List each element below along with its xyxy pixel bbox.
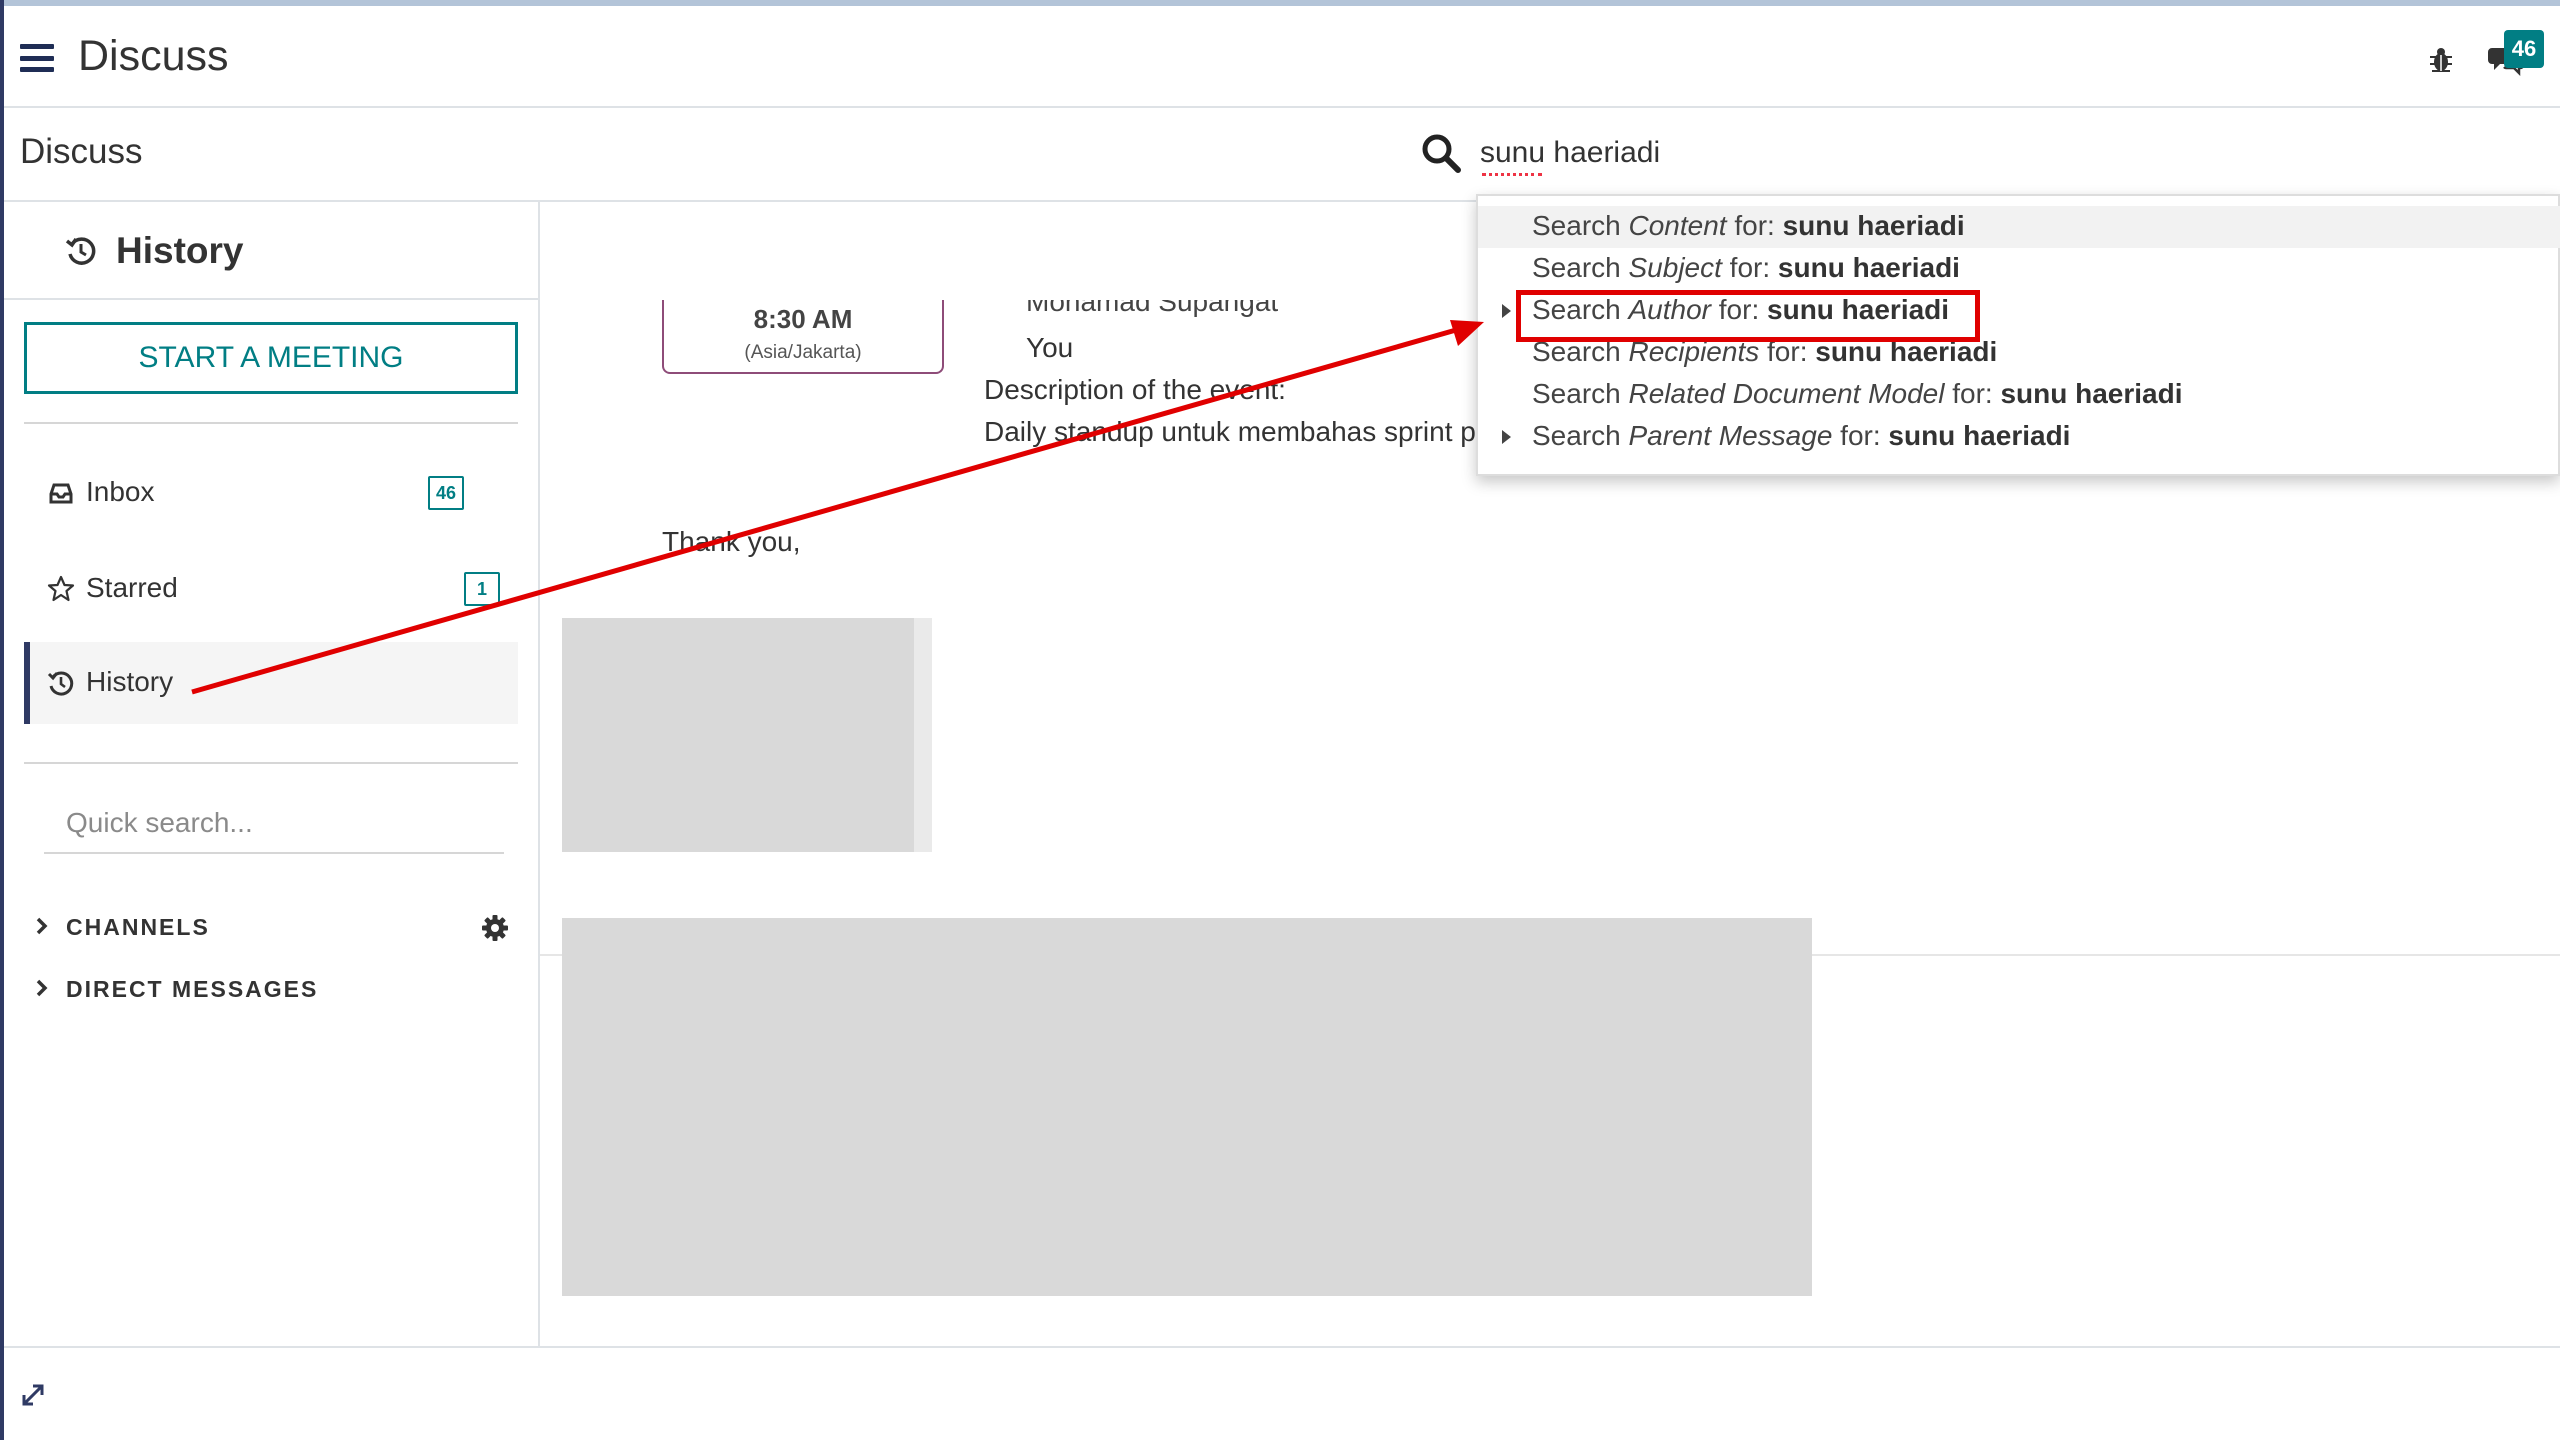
search-option-subject[interactable]: Search Subject for: sunu haeriadi <box>1478 248 2560 290</box>
category-channels[interactable]: CHANNELS <box>24 902 508 952</box>
search-option-parent-message[interactable]: Search Parent Message for: sunu haeriadi <box>1478 416 2560 458</box>
sidebar-item-label: Inbox <box>86 476 155 507</box>
divider <box>24 422 518 424</box>
closing-text: Thank you, <box>662 526 801 557</box>
expand-icon[interactable] <box>16 1378 50 1412</box>
annotation-highlight-box <box>1516 290 1980 342</box>
chevron-right-icon <box>36 979 48 997</box>
image-placeholder <box>562 618 932 852</box>
history-icon <box>65 237 96 265</box>
menu-icon[interactable] <box>20 44 54 72</box>
sidebar-item-starred[interactable]: Starred 1 <box>24 548 518 630</box>
category-label: CHANNELS <box>66 914 210 940</box>
attendee: Mohamad Supangat <box>1026 300 1279 317</box>
history-header: History <box>4 202 540 300</box>
footer-bar <box>4 1346 2560 1440</box>
sidebar-item-inbox[interactable]: Inbox 46 <box>24 452 518 534</box>
bug-icon[interactable] <box>2426 44 2456 74</box>
sidebar: History START A MEETING Inbox 46 Starred… <box>4 202 540 1346</box>
chevron-right-icon <box>36 917 48 935</box>
start-meeting-button[interactable]: START A MEETING <box>24 322 518 394</box>
notification-badge: 46 <box>2504 30 2544 68</box>
event-time-card: 8:30 AM (Asia/Jakarta) <box>662 300 944 374</box>
history-icon <box>47 671 74 696</box>
star-icon <box>47 575 75 602</box>
search-icon[interactable] <box>1420 132 1462 174</box>
spellcheck-underline <box>1482 172 1542 176</box>
image-placeholder <box>562 918 1812 1296</box>
category-label: DIRECT MESSAGES <box>66 976 319 1002</box>
starred-counter: 1 <box>464 572 500 606</box>
inbox-counter: 46 <box>428 476 464 510</box>
gear-icon[interactable] <box>480 913 510 943</box>
attendee: You <box>1026 332 1074 363</box>
app-name[interactable]: Discuss <box>78 32 229 81</box>
search-input[interactable] <box>1480 130 2540 176</box>
sidebar-item-label: Starred <box>86 572 178 603</box>
quick-search-input[interactable] <box>44 794 504 854</box>
inbox-icon <box>49 483 73 504</box>
description-label: Description of the event: <box>984 374 1286 405</box>
event-time: 8:30 AM <box>753 304 853 334</box>
search-option-content[interactable]: Search Content for: sunu haeriadi <box>1478 206 2560 248</box>
search-option-related-document-model[interactable]: Search Related Document Model for: sunu … <box>1478 374 2560 416</box>
divider <box>24 762 518 764</box>
category-direct-messages[interactable]: DIRECT MESSAGES <box>24 964 504 1014</box>
expand-caret-icon[interactable] <box>1502 304 1511 318</box>
control-panel: Discuss <box>4 108 2560 202</box>
sidebar-item-label: History <box>86 666 174 697</box>
expand-caret-icon[interactable] <box>1502 430 1511 444</box>
description-text: Daily standup untuk membahas sprint p <box>984 416 1476 447</box>
sidebar-item-history[interactable]: History <box>24 642 518 724</box>
page-title: History <box>116 230 244 271</box>
event-timezone: (Asia/Jakarta) <box>744 342 862 363</box>
top-navbar: Discuss 46 <box>4 6 2560 108</box>
breadcrumb: Discuss <box>20 132 143 171</box>
